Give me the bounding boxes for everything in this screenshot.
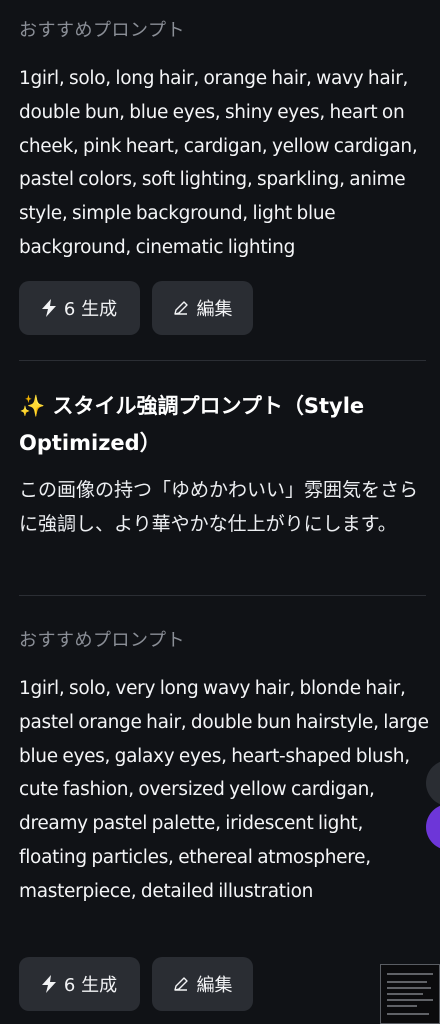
generate-button[interactable]: 6 生成 [19,957,140,1011]
preview-thumbnail[interactable] [380,964,440,1024]
edit-button-label: 編集 [196,975,233,996]
style-optimized-heading: ✨ スタイル強調プロンプト（Style Optimized） [19,388,419,462]
generate-button-label: 6 生成 [63,975,118,996]
prompt-text[interactable]: 1girl, solo, long hair, orange hair, wav… [19,62,429,265]
prompt-text[interactable]: 1girl, solo, very long wavy hair, blonde… [19,672,429,909]
edit-button-label: 編集 [196,299,233,320]
generate-button[interactable]: 6 生成 [19,281,140,335]
pencil-icon [173,300,189,316]
lightning-icon [41,299,56,317]
lightning-icon [41,975,56,993]
recommended-prompt-label: おすすめプロンプト [19,630,185,651]
generate-button-label: 6 生成 [63,299,118,320]
edit-button[interactable]: 編集 [152,957,253,1011]
style-description: この画像の持つ「ゆめかわいい」雰囲気をさらに強調し、より華やかな仕上がりにします… [19,479,419,535]
recommended-prompt-label: おすすめプロンプト [19,20,185,41]
sparkles-icon: ✨ [19,394,46,418]
divider [19,360,426,361]
edit-button[interactable]: 編集 [152,281,253,335]
style-optimized-title: スタイル強調プロンプト（Style Optimized） [19,394,365,455]
divider [19,595,426,596]
pencil-icon [173,976,189,992]
